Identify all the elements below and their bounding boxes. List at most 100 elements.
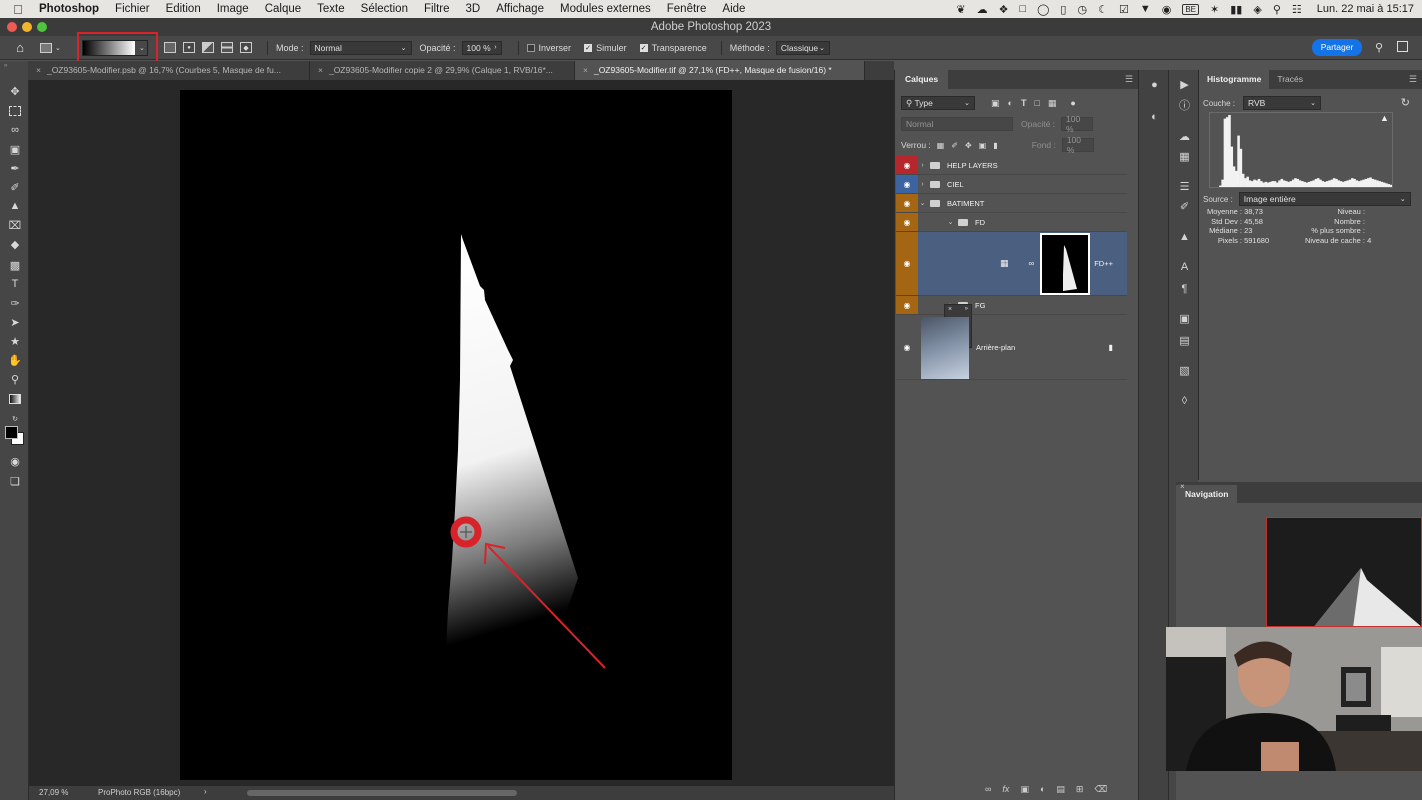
chevron-right-icon[interactable]: ›: [918, 181, 927, 188]
grid-panel-icon[interactable]: ▦: [1177, 150, 1192, 165]
tab-traces[interactable]: Tracés: [1269, 70, 1311, 89]
notes-panel-icon[interactable]: ▤: [1177, 334, 1192, 349]
wifi-icon[interactable]: ◈: [1253, 3, 1261, 16]
close-window-button[interactable]: [7, 22, 17, 32]
doc-tab-2[interactable]: × _OZ93605-Modifier copie 2 @ 29,9% (Calq…: [310, 61, 575, 80]
close-icon[interactable]: ×: [948, 306, 952, 313]
menu-filtre[interactable]: Filtre: [416, 3, 458, 15]
reflected-gradient-icon[interactable]: [221, 42, 233, 53]
shape-tool-icon[interactable]: ★: [7, 333, 23, 349]
menu-modules-externes[interactable]: Modules externes: [552, 3, 659, 15]
fill-field[interactable]: 100 %: [1061, 135, 1094, 155]
filter-smart-object-icon[interactable]: ▦: [1048, 98, 1057, 109]
foreground-color-swatch[interactable]: [5, 426, 18, 439]
linear-gradient-icon[interactable]: [164, 42, 176, 53]
bluetooth-icon[interactable]: ✶: [1210, 3, 1219, 16]
menu-affichage[interactable]: Affichage: [488, 3, 552, 15]
clipping-warning-icon[interactable]: ▲: [1380, 113, 1389, 123]
3d-panel-icon[interactable]: ☁: [1177, 130, 1192, 145]
control-center-icon[interactable]: ☷: [1292, 3, 1302, 16]
angle-gradient-icon[interactable]: [202, 42, 214, 53]
dropbox-icon[interactable]: ❖: [999, 3, 1009, 16]
move-tool-icon[interactable]: ✥: [7, 83, 23, 99]
paragraph-panel-icon[interactable]: ¶: [1177, 282, 1192, 297]
clone-source-icon[interactable]: ▲: [1177, 230, 1192, 245]
timeline-panel-icon[interactable]: ▧: [1177, 364, 1192, 379]
radial-gradient-icon[interactable]: ●: [183, 42, 195, 53]
layer-help-layers[interactable]: ◉ › HELP LAYERS: [896, 156, 1127, 175]
opacity-field[interactable]: 100 % ›: [461, 40, 502, 55]
lock-artboard-icon[interactable]: ▣: [979, 141, 987, 150]
menu-aide[interactable]: Aide: [714, 3, 753, 15]
chevron-right-icon[interactable]: ›: [918, 162, 927, 169]
visibility-eye-icon[interactable]: ◉: [896, 194, 918, 212]
pen-tool-icon[interactable]: ✑: [7, 295, 23, 311]
shield-icon[interactable]: ◯: [1037, 3, 1049, 16]
visibility-eye-icon[interactable]: ◉: [896, 213, 918, 231]
layer-mask-thumbnail[interactable]: [1040, 232, 1091, 295]
methode-select[interactable]: Classique ⌄: [775, 40, 830, 55]
object-selection-tool-icon[interactable]: ▣: [7, 141, 23, 157]
source-select[interactable]: Image entière ⌄: [1238, 192, 1411, 206]
volume-icon[interactable]: ▼: [1140, 3, 1151, 15]
layer-batiment[interactable]: ◉ ⌄ BATIMENT: [896, 194, 1127, 213]
mode-select[interactable]: Normal ⌄: [309, 40, 412, 55]
search-icon[interactable]: ⚲: [1375, 41, 1383, 54]
expand-icon[interactable]: »: [965, 306, 968, 312]
workspace-icon[interactable]: [1397, 41, 1408, 52]
canvas-area[interactable]: [29, 80, 894, 786]
path-selection-tool-icon[interactable]: ➤: [7, 314, 23, 330]
gradient-tool-icon[interactable]: [7, 391, 23, 407]
close-tab-icon[interactable]: ×: [36, 65, 41, 75]
stamp-tool-icon[interactable]: ▲: [7, 198, 23, 214]
mask-link-icon[interactable]: ∞: [1029, 259, 1035, 268]
menu-texte[interactable]: Texte: [309, 3, 353, 15]
visibility-eye-icon[interactable]: ◉: [896, 316, 918, 379]
minimize-window-button[interactable]: [22, 22, 32, 32]
layer-ciel[interactable]: ◉ › CIEL: [896, 175, 1127, 194]
clock-icon[interactable]: ◷: [1077, 3, 1087, 16]
lock-brush-icon[interactable]: ✐: [951, 141, 958, 150]
type-tool-icon[interactable]: T: [7, 276, 23, 292]
info-panel-icon[interactable]: ⓘ: [1177, 99, 1192, 114]
layer-opacity-field[interactable]: 100 %: [1061, 114, 1094, 134]
link-layers-icon[interactable]: ∞: [985, 784, 991, 795]
close-icon[interactable]: ×: [1180, 482, 1185, 491]
butterfly-icon[interactable]: ❦: [956, 3, 965, 16]
new-layer-icon[interactable]: ⊞: [1076, 784, 1084, 795]
layer-fg[interactable]: ◉ › FG: [896, 296, 1127, 315]
layer-arriere-plan[interactable]: ◉ Arrière-plan ▮: [896, 316, 1127, 380]
screen-mode-icon[interactable]: ❏: [7, 473, 23, 489]
menu-3d[interactable]: 3D: [458, 3, 489, 15]
menu-selection[interactable]: Sélection: [353, 3, 416, 15]
adjustments-panel-icon[interactable]: ◐: [1147, 110, 1162, 125]
add-mask-icon[interactable]: ▣: [1020, 784, 1029, 795]
filter-adjustment-icon[interactable]: ◐: [1008, 98, 1013, 108]
doc-tab-1[interactable]: × _OZ93605-Modifier.psb @ 16,7% (Courbes …: [28, 61, 310, 80]
layer-filter-select[interactable]: ⚲ Type ⌄: [901, 96, 975, 110]
battery-icon[interactable]: ▮▮: [1230, 3, 1242, 16]
spotlight-icon[interactable]: ⚲: [1273, 3, 1281, 16]
clipboard-icon[interactable]: ▯: [1060, 3, 1066, 16]
character-panel-icon[interactable]: A: [1177, 260, 1192, 275]
chevron-right-icon[interactable]: ›: [204, 787, 207, 796]
fill-tool-icon[interactable]: ▩: [7, 257, 23, 273]
document-canvas[interactable]: [180, 90, 732, 780]
horizontal-scrollbar-thumb[interactable]: [247, 790, 517, 796]
inverser-checkbox[interactable]: [526, 43, 535, 52]
eraser-tool-icon[interactable]: ◆: [7, 236, 23, 252]
zoom-window-button[interactable]: [37, 22, 47, 32]
camera-icon[interactable]: □: [1019, 3, 1026, 15]
lock-pixels-icon[interactable]: ▦: [937, 141, 945, 150]
transparence-checkbox[interactable]: ✓: [639, 43, 648, 52]
marquee-tool-icon[interactable]: [7, 103, 23, 119]
lock-all-icon[interactable]: ▮: [993, 141, 997, 150]
menu-app-name[interactable]: Photoshop: [36, 3, 107, 15]
zoom-tool-icon[interactable]: ⚲: [7, 371, 23, 387]
new-group-icon[interactable]: ▤: [1056, 784, 1065, 795]
visibility-eye-icon[interactable]: ◉: [896, 156, 918, 174]
simuler-checkbox[interactable]: ✓: [584, 43, 593, 52]
visibility-eye-icon[interactable]: ◉: [896, 175, 918, 193]
brush-settings-icon[interactable]: ✐: [1177, 200, 1192, 215]
layer-fd-plus-plus[interactable]: ◉ ▦ ∞ FD++: [896, 232, 1127, 296]
